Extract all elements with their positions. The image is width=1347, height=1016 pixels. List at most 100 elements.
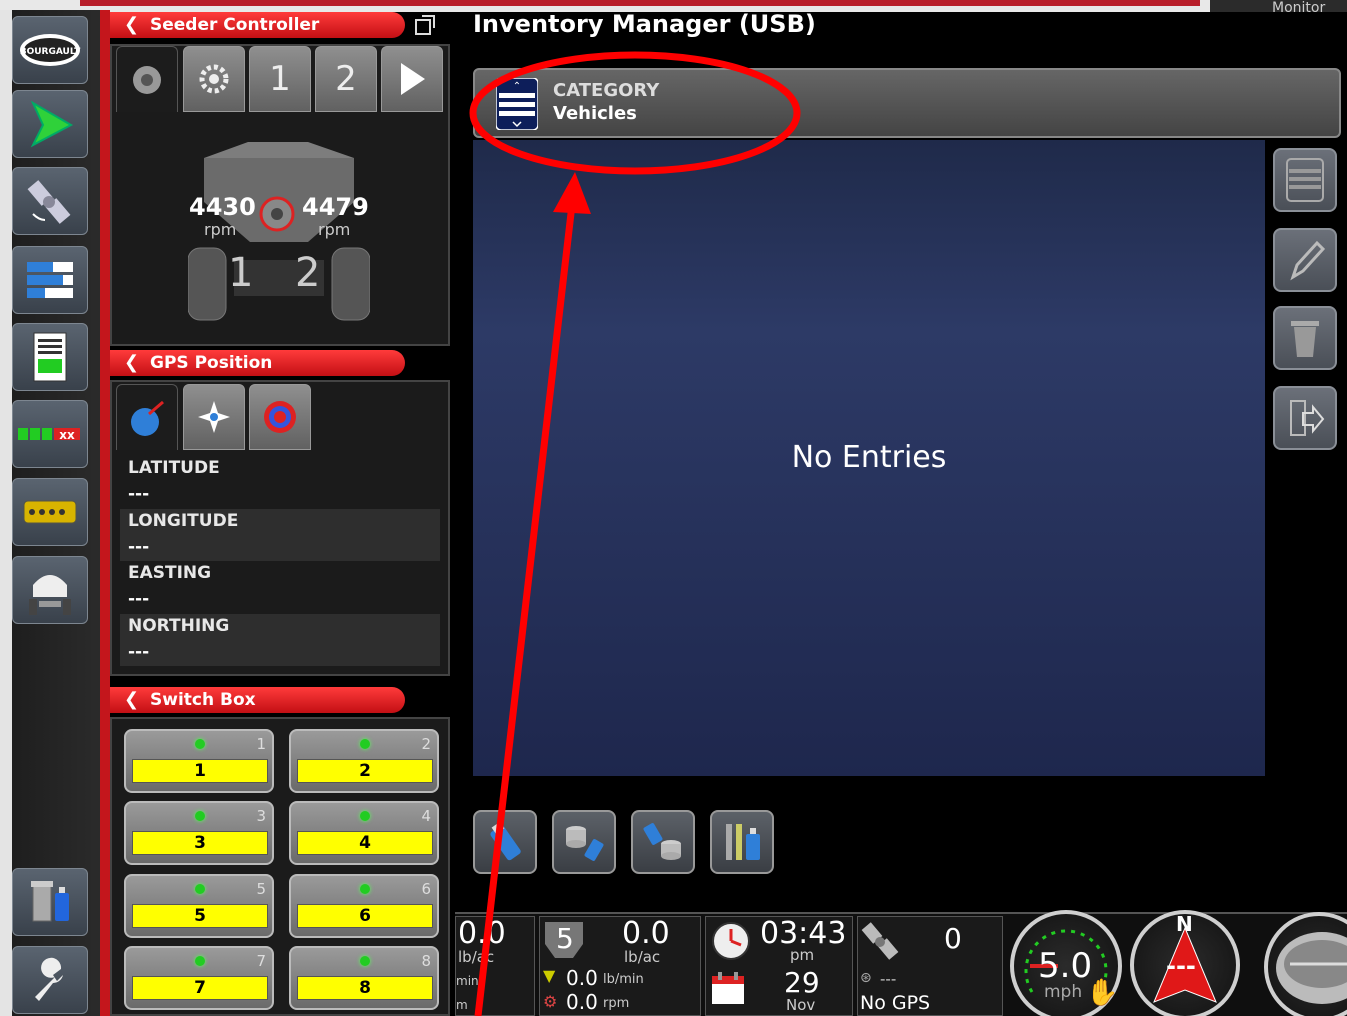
switch-box-header[interactable]: ❮ Switch Box [110,687,405,713]
select-button[interactable] [1273,148,1337,212]
list-select-icon [1286,158,1324,202]
switch-led [195,811,205,821]
chevron-left-icon: ❮ [124,689,140,710]
switchbox-icon [23,500,77,524]
guidance-arrow-icon [30,100,74,148]
switch-label: 4 [297,831,433,855]
chevron-left-icon: ❮ [124,352,140,373]
sections-button[interactable]: xx [12,400,88,468]
play-icon [401,63,425,95]
svg-text:⌃: ⌃ [513,81,521,92]
target-icon [264,401,296,433]
sections-icon: xx [18,428,80,442]
switch-label: 3 [132,831,268,855]
edit-button[interactable] [1273,228,1337,292]
switch-2[interactable]: 22 [289,729,439,793]
switch-8[interactable]: 88 [289,946,439,1010]
gps-longitude-label: LONGITUDE [128,511,239,531]
fan1-rpm-value: 4430 [189,193,256,221]
gps-latitude-label: LATITUDE [128,458,220,478]
clock-icon [710,920,752,962]
switch-number: 4 [421,807,431,825]
switch-number: 1 [256,735,266,753]
layers-button[interactable] [12,246,88,314]
seeder-controller-header[interactable]: ❮ Seeder Controller [110,12,405,38]
tab-settings[interactable] [183,46,245,112]
inventory-usb-button[interactable] [12,868,88,936]
crosshair-icon [198,401,230,433]
date-month: Nov [786,996,816,1014]
database-to-usb-icon [566,826,604,861]
export-to-database-button[interactable] [631,810,695,874]
antenna-icon: ⊛ [860,970,872,986]
tab-next[interactable] [381,46,443,112]
tab-fan[interactable] [116,46,178,112]
tab-gps-globe[interactable] [116,384,178,450]
speed-value: 5.0 [1038,946,1093,986]
inventory-usb-icon [31,881,69,922]
report-button[interactable] [12,323,88,391]
implement-icon [1270,918,1347,1016]
seeder-cart-button[interactable] [12,556,88,624]
import-button[interactable] [552,810,616,874]
switch-3[interactable]: 33 [124,801,274,865]
report-icon [33,332,67,382]
gps-northing-value: --- [128,642,150,662]
export-button[interactable] [1273,386,1337,450]
empty-list-message: No Entries [791,440,947,475]
product-number: 5 [556,922,574,955]
monitor-tab[interactable]: Monitor [1210,0,1347,12]
satellite-icon [860,920,904,964]
gps-button[interactable] [12,167,88,235]
calendar-icon [710,970,746,1006]
switch-6[interactable]: 66 [289,874,439,938]
svg-text:xx: xx [59,428,75,442]
touch-hand-icon: ✋ [1086,978,1119,1008]
gps-northing-label: NORTHING [128,616,230,636]
chevron-left-icon: ❮ [124,14,140,35]
tab-bin-1[interactable]: 1 [249,46,311,112]
tab-gps-target[interactable] [249,384,311,450]
delete-button[interactable] [1273,306,1337,370]
switch-number: 8 [421,952,431,970]
fan-icon [133,65,161,94]
category-label: CATEGORY [553,80,660,101]
guidance-button[interactable] [12,90,88,158]
tools-button[interactable] [710,810,774,874]
usb-button[interactable] [473,810,537,874]
switch-label: 5 [132,904,268,928]
gps-status-text: No GPS [860,992,931,1014]
switch-led [195,956,205,966]
bourgault-logo[interactable]: BOURGAULT [12,16,88,84]
compass-heading: N [1176,912,1193,936]
meter-rpm-unit: rpm [603,996,630,1011]
switch-4[interactable]: 44 [289,801,439,865]
flow-unit: lb/min [603,972,644,987]
switchbox-button[interactable] [12,478,88,546]
trash-icon [1291,321,1319,357]
gps-position-title: GPS Position [150,353,273,373]
switch-number: 7 [256,952,266,970]
switch-label: 8 [297,976,433,1000]
gps-position-header[interactable]: ❮ GPS Position [110,350,405,376]
settings-button[interactable] [12,946,88,1014]
bin-2-label: 2 [295,250,321,296]
tab-gps-crosshair[interactable] [183,384,245,450]
switch-5[interactable]: 55 [124,874,274,938]
switch-number: 2 [421,735,431,753]
clock-ampm: pm [790,946,815,964]
switch-number: 6 [421,880,431,898]
product-rate-unit: lb/ac [624,948,661,966]
gps-easting-label: EASTING [128,563,212,583]
fan-speed-icon [256,194,298,234]
switch-7[interactable]: 77 [124,946,274,1010]
svg-text:BOURGAULT: BOURGAULT [20,47,81,57]
gear-icon [199,64,229,94]
meter-rpm-value: 0.0 [566,990,598,1014]
switch-label: 2 [297,759,433,783]
popout-icon[interactable] [414,14,436,36]
left-unit-min: min [456,974,479,988]
switch-number: 3 [256,807,266,825]
tab-bin-2[interactable]: 2 [315,46,377,112]
switch-1[interactable]: 11 [124,729,274,793]
